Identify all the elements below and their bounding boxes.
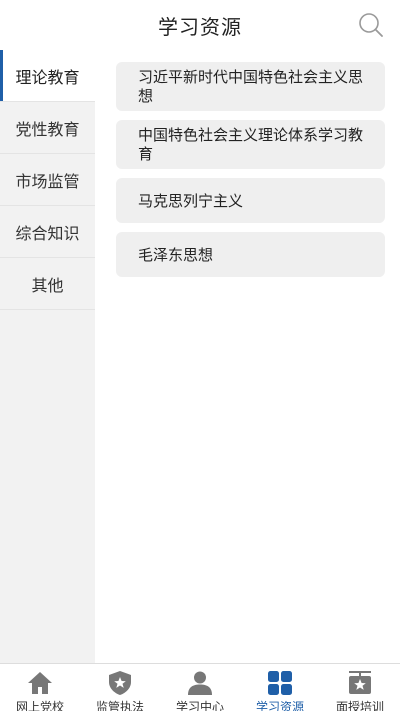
user-icon [188, 671, 212, 695]
tab-label: 学习中心 [175, 700, 224, 711]
category-sidebar: 理论教育 党性教育 市场监管 综合知识 其他 [0, 50, 95, 663]
list-item-label: 习近平新时代中国特色社会主义思想 [138, 68, 364, 105]
tab-in-person-training[interactable]: 面授培训 [320, 664, 400, 711]
top-bar: 学习资源 [0, 0, 400, 50]
tab-learning-center[interactable]: 学习中心 [160, 664, 240, 711]
sidebar-item-market[interactable]: 市场监管 [0, 154, 95, 206]
grid-icon [268, 671, 292, 695]
search-button[interactable] [356, 10, 386, 40]
home-icon [28, 672, 52, 694]
sidebar-item-label: 综合知识 [15, 223, 80, 243]
sidebar-item-label: 市场监管 [15, 171, 80, 191]
list-item-label: 马克思列宁主义 [138, 191, 244, 210]
search-icon [359, 13, 383, 37]
sidebar-item-party[interactable]: 党性教育 [0, 102, 95, 154]
page-title: 学习资源 [158, 14, 242, 39]
resource-list: 习近平新时代中国特色社会主义思想 中国特色社会主义理论体系学习教育 马克思列宁主… [95, 50, 400, 663]
list-item-label: 中国特色社会主义理论体系学习教育 [138, 126, 364, 163]
bottom-tab-bar: 网上党校 监管执法 学习中心 学习资源 面授培训 [0, 663, 400, 711]
list-item[interactable]: 中国特色社会主义理论体系学习教育 [116, 120, 385, 169]
list-item[interactable]: 马克思列宁主义 [116, 178, 385, 223]
tab-online-party-school[interactable]: 网上党校 [0, 664, 80, 711]
tab-learning-resources[interactable]: 学习资源 [240, 664, 320, 711]
sidebar-item-label: 理论教育 [15, 67, 80, 87]
list-item[interactable]: 毛泽东思想 [116, 232, 385, 277]
tab-label: 学习资源 [255, 700, 304, 711]
shield-star-icon [109, 671, 131, 695]
list-item-label: 毛泽东思想 [138, 245, 214, 264]
sidebar-item-other[interactable]: 其他 [0, 258, 95, 310]
sidebar-item-label: 党性教育 [15, 119, 80, 139]
tab-supervision[interactable]: 监管执法 [80, 664, 160, 711]
sidebar-item-label: 其他 [31, 275, 64, 295]
sidebar-item-theory[interactable]: 理论教育 [0, 50, 95, 102]
board-star-icon [349, 671, 371, 694]
tab-label: 网上党校 [15, 700, 64, 711]
list-item[interactable]: 习近平新时代中国特色社会主义思想 [116, 62, 385, 111]
tab-label: 监管执法 [95, 700, 144, 711]
sidebar-item-general[interactable]: 综合知识 [0, 206, 95, 258]
tab-label: 面授培训 [335, 700, 384, 711]
